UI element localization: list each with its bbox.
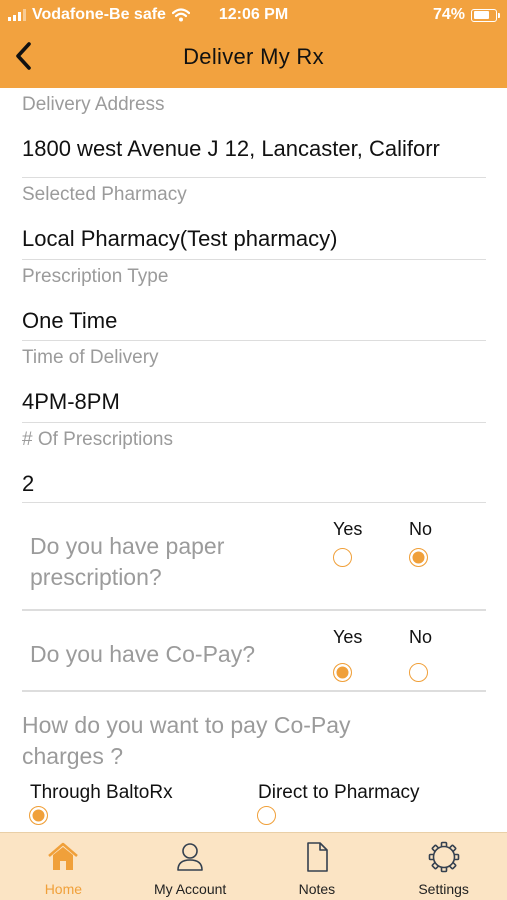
through-baltorx-label: Through BaltoRx [30, 782, 173, 803]
status-bar: Vodafone-Be safe 12:06 PM 74% [0, 0, 507, 30]
field-value: 4PM-8PM [22, 389, 120, 414]
selected-pharmacy-field[interactable]: Selected Pharmacy Local Pharmacy(Test ph… [22, 178, 486, 260]
tab-label: Settings [418, 881, 469, 897]
copay-no-radio[interactable] [409, 663, 428, 682]
question-line: How do you want to pay Co-Pay [22, 712, 351, 738]
home-icon [48, 842, 79, 870]
yes-label: Yes [333, 519, 363, 539]
question-text: Do you have Co-Pay? [30, 641, 256, 667]
yes-label: Yes [333, 627, 363, 647]
delivery-form: Delivery Address 1800 west Avenue J 12, … [0, 88, 507, 832]
tab-home[interactable]: Home [0, 833, 127, 900]
no-label: No [409, 519, 433, 539]
field-value: Local Pharmacy(Test pharmacy) [22, 226, 338, 251]
field-value: 2 [22, 471, 35, 496]
question-line: prescription? [30, 564, 162, 590]
battery-status: 74% [432, 6, 500, 24]
direct-to-pharmacy-radio[interactable] [257, 806, 276, 825]
delivery-address-field[interactable]: Delivery Address 1800 west Avenue J 12, … [22, 88, 486, 178]
question-text: Do you have paper prescription? [30, 531, 224, 593]
paper-prescription-no-radio[interactable] [409, 548, 428, 567]
through-baltorx-radio[interactable] [29, 806, 48, 825]
field-value: One Time [22, 308, 118, 333]
copay-question: Do you have Co-Pay? Yes No [22, 611, 486, 692]
tab-my-account[interactable]: My Account [127, 833, 254, 900]
field-label: Time of Delivery [22, 347, 159, 368]
question-line: Do you have paper [30, 533, 225, 559]
field-label: Delivery Address [22, 94, 165, 115]
paper-prescription-yes-radio[interactable] [333, 548, 352, 567]
field-label: Prescription Type [22, 266, 169, 287]
app-header: Vodafone-Be safe 12:06 PM 74% Deliver My… [0, 0, 507, 88]
field-label: # Of Prescriptions [22, 429, 173, 450]
field-value: 1800 west Avenue J 12, Lancaster, Califo… [22, 136, 440, 161]
person-icon [177, 843, 203, 871]
prescription-count-field[interactable]: # Of Prescriptions 2 [22, 423, 486, 503]
status-time: 12:06 PM [218, 6, 289, 23]
prescription-type-field[interactable]: Prescription Type One Time [22, 260, 486, 341]
time-of-delivery-field[interactable]: Time of Delivery 4PM-8PM [22, 341, 486, 423]
battery-icon [471, 8, 500, 22]
paper-prescription-question: Do you have paper prescription? Yes No [22, 503, 486, 611]
page-title: Deliver My Rx [183, 44, 324, 69]
copay-method-question: How do you want to pay Co-Pay charges ? [22, 710, 442, 772]
no-label: No [409, 627, 433, 647]
tab-notes[interactable]: Notes [254, 833, 381, 900]
copay-yes-radio[interactable] [333, 663, 352, 682]
tab-label: Home [44, 881, 83, 897]
tab-settings[interactable]: Settings [380, 833, 507, 900]
question-line: charges ? [22, 743, 124, 769]
tab-label: My Account [153, 881, 227, 897]
direct-to-pharmacy-label: Direct to Pharmacy [258, 782, 420, 803]
tab-label: Notes [298, 881, 336, 897]
document-icon [307, 842, 328, 872]
bottom-tab-bar: Home My Account Notes Settings [0, 832, 507, 900]
field-label: Selected Pharmacy [22, 184, 187, 205]
gear-icon [428, 841, 459, 873]
battery-percent: 74% [432, 6, 465, 23]
